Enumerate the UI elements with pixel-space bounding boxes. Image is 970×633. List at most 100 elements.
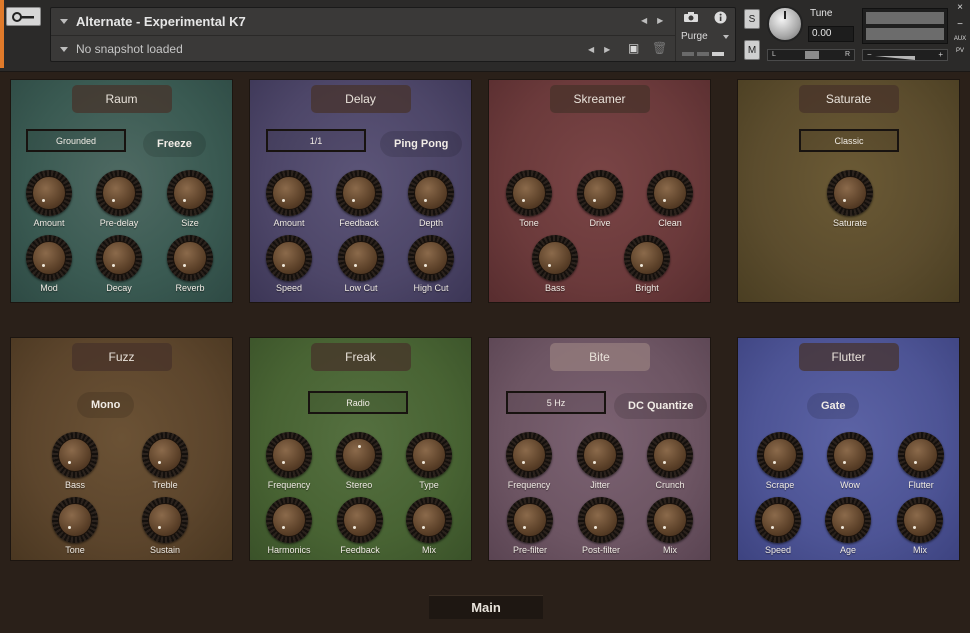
flutter-flutter-knob[interactable]: Flutter [886,432,956,494]
pv-button[interactable]: PV [956,48,964,54]
knob-dial[interactable] [827,170,873,216]
delay-speed-knob[interactable]: Speed [254,235,324,297]
snapshot-name[interactable]: No snapshot loaded [76,42,183,56]
fuzz-treble-knob[interactable]: Treble [130,432,200,494]
gate-button[interactable]: Gate [807,393,860,419]
skreamer-tone-knob[interactable]: Tone [494,170,564,232]
knob-dial[interactable] [167,235,213,281]
bite-postfilter-knob[interactable]: Post-filter [566,497,636,559]
delay-high-cut-knob[interactable]: High Cut [396,235,466,297]
flutter-wow-knob[interactable]: Wow [815,432,885,494]
knob-dial[interactable] [338,235,384,281]
knob-dial[interactable] [266,235,312,281]
close-icon[interactable]: × [957,2,963,13]
info-icon[interactable] [714,11,727,27]
knob-dial[interactable] [507,497,553,543]
knob-dial[interactable] [647,432,693,478]
instrument-menu-icon[interactable] [60,19,68,24]
delay-feedback-knob[interactable]: Feedback [324,170,394,232]
knob-dial[interactable] [167,170,213,216]
camera-icon[interactable] [683,11,699,26]
freak-frequency-knob[interactable]: Frequency [254,432,324,494]
knob-dial[interactable] [26,170,72,216]
knob-dial[interactable] [266,170,312,216]
knob-dial[interactable] [506,432,552,478]
knob-dial[interactable] [827,432,873,478]
tune-value-field[interactable]: 0.00 [808,26,854,42]
skreamer-drive-knob[interactable]: Drive [565,170,635,232]
save-snapshot-icon[interactable]: ▣ [628,41,639,55]
bite-prefilter-knob[interactable]: Pre-filter [495,497,565,559]
tune-knob[interactable] [767,6,803,42]
knob-dial[interactable] [142,432,188,478]
freak-mode-dropdown[interactable]: Radio [308,391,408,414]
skreamer-bass-knob[interactable]: Bass [520,235,590,297]
delay-amount-knob[interactable]: Amount [254,170,324,232]
knob-dial[interactable] [336,170,382,216]
solo-button[interactable]: S [744,9,760,29]
mute-button[interactable]: M [744,40,760,60]
knob-dial[interactable] [897,497,943,543]
raum-mod-knob[interactable]: Mod [14,235,84,297]
prev-instrument-icon[interactable]: ◀ [641,16,647,25]
knob-dial[interactable] [142,497,188,543]
flutter-age-knob[interactable]: Age [813,497,883,559]
ping-pong-button[interactable]: Ping Pong [380,131,463,157]
knob-dial[interactable] [52,432,98,478]
delay-low-cut-knob[interactable]: Low Cut [326,235,396,297]
delete-snapshot-icon[interactable]: 🗑 [652,41,667,55]
knob-dial[interactable] [577,432,623,478]
knob-dial[interactable] [26,235,72,281]
instrument-name[interactable]: Alternate - Experimental K7 [76,14,246,29]
knob-dial[interactable] [96,235,142,281]
skreamer-bright-knob[interactable]: Bright [612,235,682,297]
fuzz-bass-knob[interactable]: Bass [40,432,110,494]
raum-predelay-knob[interactable]: Pre-delay [84,170,154,232]
saturate-mode-dropdown[interactable]: Classic [799,129,899,152]
bite-jitter-knob[interactable]: Jitter [565,432,635,494]
knob-dial[interactable] [624,235,670,281]
aux-button[interactable]: AUX [954,36,966,42]
purge-dropdown-icon[interactable] [723,35,729,39]
knob-dial[interactable] [406,497,452,543]
bite-mix-knob[interactable]: Mix [635,497,705,559]
bite-crunch-knob[interactable]: Crunch [635,432,705,494]
wrench-icon[interactable] [6,7,41,26]
knob-dial[interactable] [755,497,801,543]
pan-slider[interactable]: L R [767,49,855,61]
knob-dial[interactable] [266,432,312,478]
knob-dial[interactable] [532,235,578,281]
knob-dial[interactable] [408,170,454,216]
bite-frequency-knob[interactable]: Frequency [494,432,564,494]
minimize-icon[interactable]: − [957,19,963,30]
freak-stereo-knob[interactable]: Stereo [324,432,394,494]
knob-dial[interactable] [647,497,693,543]
bite-rate-dropdown[interactable]: 5 Hz [506,391,606,414]
knob-dial[interactable] [52,497,98,543]
knob-dial[interactable] [757,432,803,478]
purge-label[interactable]: Purge [681,31,708,42]
raum-size-knob[interactable]: Size [155,170,225,232]
freak-type-knob[interactable]: Type [394,432,464,494]
dc-quantize-button[interactable]: DC Quantize [614,393,708,419]
pan-handle[interactable] [805,51,819,59]
flutter-scrape-knob[interactable]: Scrape [745,432,815,494]
knob-dial[interactable] [406,432,452,478]
knob-dial[interactable] [578,497,624,543]
flutter-mix-knob[interactable]: Mix [885,497,955,559]
raum-amount-knob[interactable]: Amount [14,170,84,232]
raum-decay-knob[interactable]: Decay [84,235,154,297]
knob-dial[interactable] [408,235,454,281]
knob-dial[interactable] [898,432,944,478]
knob-dial[interactable] [337,497,383,543]
knob-dial[interactable] [577,170,623,216]
freak-feedback-knob[interactable]: Feedback [325,497,395,559]
main-tab[interactable]: Main [429,595,543,619]
knob-dial[interactable] [336,432,382,478]
next-instrument-icon[interactable]: ▶ [657,16,663,25]
saturate-knob[interactable]: Saturate [815,170,885,232]
freeze-button[interactable]: Freeze [143,131,206,157]
knob-dial[interactable] [506,170,552,216]
fuzz-tone-knob[interactable]: Tone [40,497,110,559]
volume-slider[interactable]: − + [862,49,948,61]
